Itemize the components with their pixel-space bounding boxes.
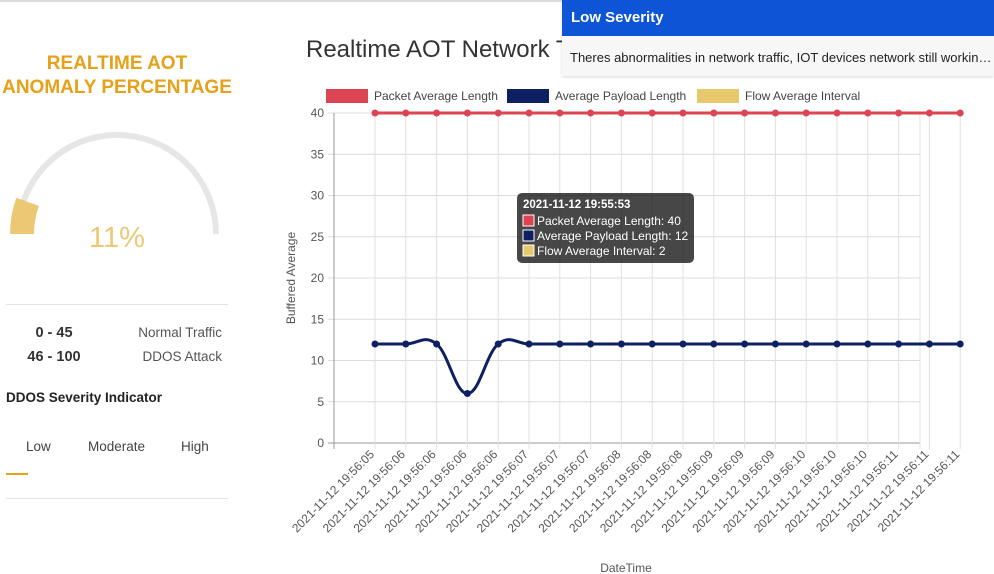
severity-option-moderate[interactable]: Moderate <box>88 439 145 454</box>
data-point <box>895 340 903 348</box>
gauge-fill <box>10 197 40 235</box>
data-point <box>617 109 625 117</box>
data-point <box>402 109 410 117</box>
y-tick-label: 20 <box>311 271 325 285</box>
range-label: DDOS Attack <box>142 349 222 364</box>
tooltip-line: Packet Average Length: 40 <box>537 214 681 228</box>
y-tick-label: 30 <box>311 189 325 203</box>
data-point <box>525 340 533 348</box>
data-point <box>525 109 533 117</box>
gauge-title-line2: ANOMALY PERCENTAGE <box>2 77 232 98</box>
tooltip-swatch <box>522 229 535 242</box>
data-point <box>710 340 718 348</box>
data-point <box>463 390 471 397</box>
range-row-ddos: 46 - 100 DDOS Attack <box>0 349 234 371</box>
range-value: 0 - 45 <box>35 325 73 341</box>
chart-title: Realtime AOT Network T <box>306 36 571 63</box>
data-point <box>494 340 502 348</box>
data-point <box>864 340 872 348</box>
gauge-title-line1: REALTIME AOT <box>46 53 188 74</box>
data-point <box>648 340 656 348</box>
data-point <box>895 109 903 117</box>
y-tick-label: 10 <box>311 354 325 368</box>
y-tick-label: 25 <box>311 230 325 244</box>
gauge-title: REALTIME AOT ANOMALY PERCENTAGE <box>0 52 234 100</box>
tooltip-swatch <box>522 214 535 227</box>
data-point <box>648 109 656 117</box>
notification-title: Low Severity <box>562 0 994 36</box>
data-point <box>463 109 471 117</box>
data-point <box>771 340 779 348</box>
data-point <box>925 109 933 117</box>
data-point <box>771 109 779 117</box>
range-label: Normal Traffic <box>138 325 222 340</box>
severity-title: DDOS Severity Indicator <box>6 390 163 405</box>
severity-option-low[interactable]: Low <box>26 439 51 454</box>
series-line <box>375 338 961 396</box>
y-tick-label: 35 <box>311 147 325 161</box>
gauge-track <box>15 132 219 235</box>
data-point <box>433 109 441 117</box>
data-point <box>556 109 564 117</box>
severity-notification[interactable]: Low Severity Theres abnormalities in net… <box>562 0 994 76</box>
data-point <box>617 340 625 348</box>
data-point <box>833 340 841 348</box>
legend-label: Packet Average Length <box>374 89 498 103</box>
tooltip-line: Flow Average Interval: 2 <box>537 244 666 258</box>
network-line-chart: Packet Average Length Average Payload Len… <box>284 89 964 574</box>
data-point <box>371 109 379 117</box>
legend-swatch <box>326 89 368 103</box>
tooltip-line: Average Payload Length: 12 <box>537 229 689 243</box>
legend-label: Average Payload Length <box>555 89 686 103</box>
data-point <box>925 340 933 348</box>
data-point <box>956 109 964 117</box>
y-axis-title: Buffered Average <box>284 232 298 325</box>
data-point <box>371 340 379 348</box>
data-point <box>556 340 564 348</box>
data-point <box>741 109 749 117</box>
data-point <box>587 340 595 348</box>
data-point <box>833 109 841 117</box>
legend-label: Flow Average Interval <box>745 89 860 103</box>
range-row-normal: 0 - 45 Normal Traffic <box>0 325 234 347</box>
data-point <box>679 109 687 117</box>
range-value: 46 - 100 <box>27 349 81 365</box>
x-axis-title: DateTime <box>600 561 652 574</box>
data-point <box>587 109 595 117</box>
data-point <box>864 109 872 117</box>
data-point <box>741 340 749 348</box>
gauge-value: 11% <box>89 222 145 254</box>
notification-message: Theres abnormalities in network traffic,… <box>570 50 992 65</box>
y-tick-label: 0 <box>317 436 324 450</box>
tooltip-title: 2021-11-12 19:55:53 <box>523 199 630 211</box>
data-point <box>802 340 810 348</box>
anomaly-panel: REALTIME AOT ANOMALY PERCENTAGE 11% 0 - … <box>0 0 240 574</box>
y-tick-label: 40 <box>311 106 325 120</box>
divider <box>6 498 228 499</box>
data-point <box>956 340 964 348</box>
y-tick-label: 15 <box>311 312 325 326</box>
data-point <box>679 340 687 348</box>
tooltip-swatch <box>522 244 535 257</box>
y-tick-label: 5 <box>317 395 324 409</box>
data-point <box>802 109 810 117</box>
data-point <box>710 109 718 117</box>
divider <box>6 304 228 305</box>
data-point <box>433 340 441 348</box>
data-point <box>402 340 410 348</box>
severity-option-high[interactable]: High <box>181 439 209 454</box>
legend-swatch <box>507 89 549 103</box>
legend-swatch <box>697 89 739 103</box>
severity-selected-indicator <box>6 473 28 475</box>
data-point <box>494 109 502 117</box>
